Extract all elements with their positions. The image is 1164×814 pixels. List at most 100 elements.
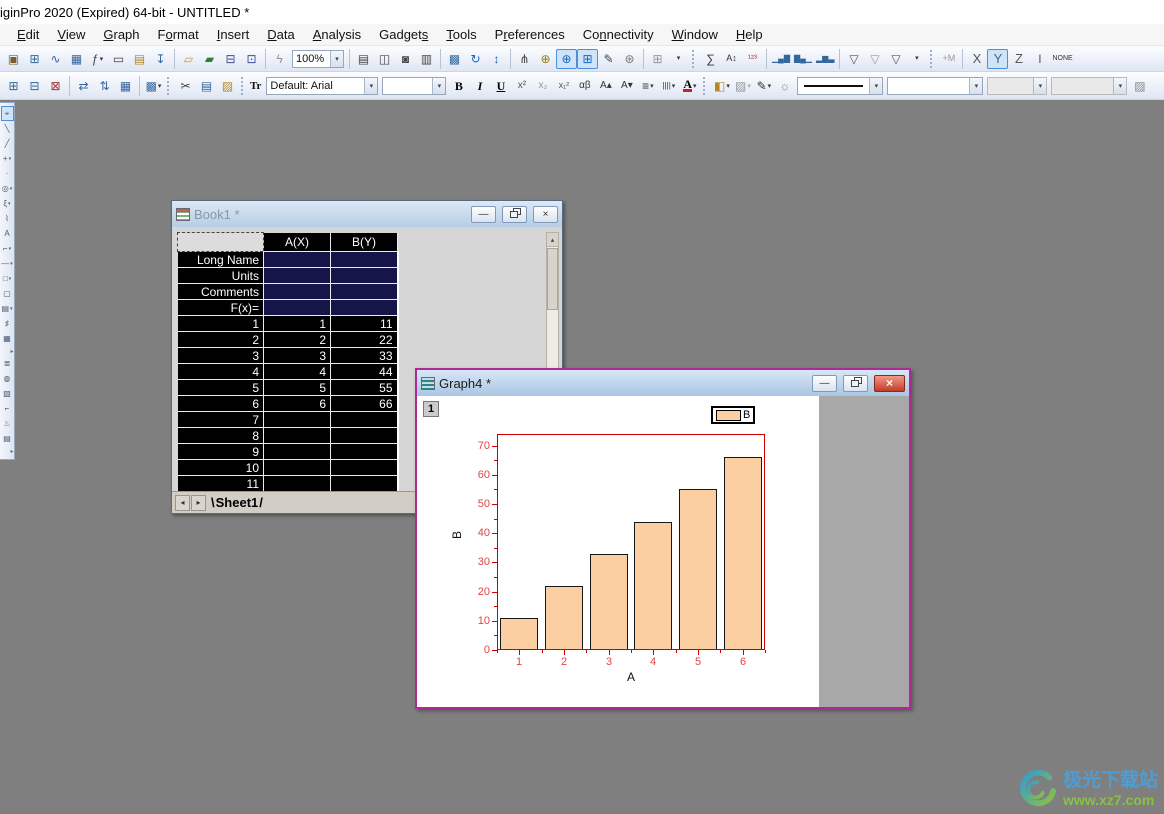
cell-b[interactable]	[330, 267, 399, 284]
polygon-tool-icon[interactable]: ▤ ▾	[1, 301, 14, 316]
dropdown-arrow-icon[interactable]: ▾	[869, 77, 883, 94]
cell-a[interactable]	[263, 427, 331, 444]
edit-mode-button[interactable]: ✎	[598, 49, 619, 69]
cell-a[interactable]	[263, 251, 331, 268]
sum-on-selection-button[interactable]: ∑	[700, 49, 721, 69]
row-header[interactable]: 1	[177, 315, 264, 332]
project-explorer-button[interactable]: ⋔	[514, 49, 535, 69]
cell-a[interactable]: 3	[263, 347, 331, 364]
set-as-none-button[interactable]: NONE	[1050, 49, 1074, 69]
new-workbook-button[interactable]: ⊞	[24, 49, 45, 69]
statistics-on-columns-button[interactable]: ▇▄▁	[792, 49, 814, 69]
book1-close-button[interactable]: ×	[533, 205, 558, 223]
graph4-titlebar[interactable]: Graph4 * — ×	[417, 370, 909, 396]
set-column-values-button[interactable]: ⊟	[24, 76, 45, 96]
screen-reader-tool-icon[interactable]: ╲	[1, 121, 14, 136]
menu-tools[interactable]: Tools	[437, 25, 485, 45]
dropdown-arrow-icon[interactable]: ▾	[432, 77, 446, 94]
cell-b[interactable]: 55	[330, 379, 399, 396]
copy-button[interactable]: ▤	[196, 76, 217, 96]
cell-b[interactable]	[330, 443, 399, 460]
insert-graph-tool-icon[interactable]: ▦	[1, 331, 14, 346]
graph4-window[interactable]: Graph4 * — × 0 10 20 30 40 50 60 70 1 2 3 4 5 6 B A B…	[415, 368, 911, 709]
cell-b[interactable]	[330, 411, 399, 428]
toolbar-options-2-button[interactable]: ▾	[906, 49, 927, 69]
fill-color-button[interactable]: ◧ ▾	[711, 76, 732, 96]
cell-b[interactable]	[330, 427, 399, 444]
open-button[interactable]: ▱	[178, 49, 199, 69]
bold-button[interactable]: B	[448, 76, 469, 96]
delete-range-button[interactable]: ⊠	[45, 76, 66, 96]
paste-button[interactable]: ▨	[217, 76, 238, 96]
greek-symbols-button[interactable]: αβ	[574, 76, 595, 96]
data-selector-tool-icon[interactable]: ·	[1, 166, 14, 181]
superscript-button[interactable]: x²	[511, 76, 532, 96]
app-center-button[interactable]: ⊛	[619, 49, 640, 69]
cut-button[interactable]: ✂	[175, 76, 196, 96]
row-header[interactable]: 5	[177, 379, 264, 396]
corner-cell[interactable]	[177, 232, 264, 252]
sheet-prev-icon[interactable]: ◂	[175, 494, 190, 511]
dropdown-arrow-icon[interactable]: ▾	[364, 77, 378, 94]
cell-a[interactable]	[263, 411, 331, 428]
menu-format[interactable]: Format	[149, 25, 208, 45]
zoom-in-tool-icon[interactable]: + ▾	[1, 151, 14, 166]
screen-capture-button[interactable]: ◙	[395, 49, 416, 69]
row-header[interactable]: 10	[177, 459, 264, 476]
new-layout-button[interactable]: ▭	[108, 49, 129, 69]
scroll-up-icon[interactable]: ▴	[547, 233, 558, 247]
book1-titlebar[interactable]: Book1 * — ×	[172, 201, 562, 227]
worksheet-browser-button[interactable]: ⊞	[577, 48, 598, 69]
zoom-pan-tool-button[interactable]: ⊕	[535, 49, 556, 69]
graph4-minimize-button[interactable]: —	[812, 374, 837, 392]
region-select-tool-icon[interactable]: ⌇	[1, 211, 14, 226]
cell-b[interactable]: 66	[330, 395, 399, 412]
circle-tool-icon[interactable]: ▢	[1, 286, 14, 301]
row-header[interactable]: F(x)=	[177, 299, 264, 316]
row-header[interactable]: Comments	[177, 283, 264, 300]
graph4-close-button[interactable]: ×	[874, 374, 905, 392]
open-excel-button[interactable]: ▰	[199, 49, 220, 69]
cell-a[interactable]	[263, 283, 331, 300]
frequency-count-button[interactable]: ▂▆▃	[814, 49, 836, 69]
column-header[interactable]: A(X)	[263, 232, 331, 252]
lighting-control-button[interactable]: ☼	[774, 76, 795, 96]
draw-data-tool-icon[interactable]: ξ ▾	[1, 196, 14, 211]
dropdown-arrow-icon[interactable]: ▾	[1033, 77, 1047, 94]
menu-data[interactable]: Data	[258, 25, 303, 45]
copy-format-button[interactable]: ▩ ▾	[143, 76, 164, 96]
font-combo[interactable]: Default: Arial ▾	[266, 76, 379, 95]
dropdown-arrow-icon[interactable]: ▾	[969, 77, 983, 94]
menu-view[interactable]: View	[48, 25, 94, 45]
cell-b[interactable]	[330, 475, 399, 492]
rotate-3d-tool-icon[interactable]: ♨	[1, 416, 14, 431]
save-project-button[interactable]: ⊟	[220, 49, 241, 69]
zoom-graph-button[interactable]: ⊕	[556, 48, 577, 69]
extract-layer-tool-icon[interactable]: ▧	[1, 386, 14, 401]
freehand-tool-icon[interactable]: ♯	[1, 316, 14, 331]
video-builder-button[interactable]: ▥	[416, 49, 437, 69]
cell-a[interactable]	[263, 299, 331, 316]
row-header[interactable]: 9	[177, 443, 264, 460]
cell-b[interactable]	[330, 299, 399, 316]
row-header[interactable]: Long Name	[177, 251, 264, 268]
move-columns-button[interactable]: ⇄	[73, 76, 94, 96]
cell-b[interactable]	[330, 459, 399, 476]
menu-insert[interactable]: Insert	[208, 25, 259, 45]
vertical-text-button[interactable]: |||| ▾	[658, 76, 679, 96]
book1-minimize-button[interactable]: —	[471, 205, 496, 223]
print-button[interactable]: ▤	[353, 49, 374, 69]
new-matrix-button[interactable]: ▦	[66, 49, 87, 69]
import-wizard-button[interactable]: ↧	[150, 49, 171, 69]
cell-b[interactable]	[330, 251, 399, 268]
new-project-button[interactable]: ▣	[3, 49, 24, 69]
cell-a[interactable]: 2	[263, 331, 331, 348]
text-tool-icon[interactable]: A	[1, 226, 14, 241]
cell-a[interactable]: 4	[263, 363, 331, 380]
border-style-combo[interactable]: ▾	[887, 76, 984, 95]
font-color-button[interactable]: A ▾	[679, 76, 700, 96]
row-header[interactable]: 6	[177, 395, 264, 412]
line-border-color-button[interactable]: ✎ ▾	[753, 76, 774, 96]
hatch-handle-button[interactable]: ▨	[1129, 76, 1150, 96]
row-header[interactable]: 4	[177, 363, 264, 380]
